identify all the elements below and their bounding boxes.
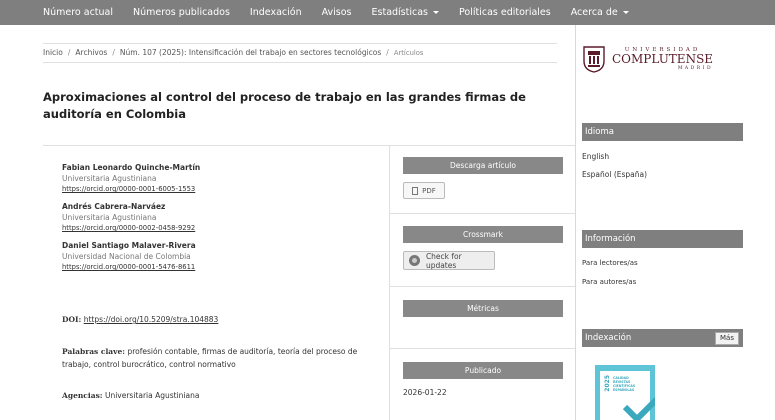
author-affiliation: Universidad Nacional de Colombia [62,252,191,261]
info-heading: Información [582,230,743,248]
language-heading: Idioma [582,123,743,141]
nav-item-politicas-editoriales[interactable]: Políticas editoriales [459,7,551,18]
nav-item-label: Políticas editoriales [459,7,551,18]
divider [389,348,575,349]
crossmark-label: Check for updates [425,251,462,270]
author-affiliation: Universitaria Agustiniana [62,174,157,183]
agencias-label: Agencias: [62,391,103,400]
pdf-label: PDF [422,186,436,195]
nav-item-indexacion[interactable]: Indexación [250,7,302,18]
nav-item-avisos[interactable]: Avisos [322,7,352,18]
author-orcid-link[interactable]: https://orcid.org/0000-0001-5476-8611 [62,262,382,273]
author-list: Fabian Leonardo Quinche-Martín Universit… [62,162,382,279]
author-orcid-link[interactable]: https://orcid.org/0000-0001-6005-1553 [62,184,382,195]
divider [43,62,557,63]
download-heading: Descarga artículo [403,157,563,174]
agencias-row: Agencias: Universitaria Agustiniana [62,391,199,400]
crossmark-icon [409,255,420,266]
breadcrumb-archive[interactable]: Archivos [75,48,107,57]
doi-row: DOI: https://doi.org/10.5209/stra.104883 [62,315,218,324]
author-name: Fabian Leonardo Quinche-Martín [62,163,201,172]
nav-item-label: Estadísticas [371,7,428,18]
language-link-english[interactable]: English [582,152,609,161]
badge-text: CALIDAD REVISTAS CIENTÍFICAS ESPAÑOLAS [613,376,635,392]
badge-year: 2025 [604,375,611,392]
agencias-value: Universitaria Agustiniana [104,391,200,400]
divider [43,43,557,44]
author-name: Daniel Santiago Malaver-Rivera [62,241,196,250]
nav-item-label: Acerca de [570,7,618,18]
author-orcid-link[interactable]: https://orcid.org/0000-0002-0458-9292 [62,223,382,234]
breadcrumb-separator: / [386,48,389,57]
breadcrumb: Inicio / Archivos / Núm. 107 (2025): Intensi… [43,48,423,57]
university-seal-icon [583,46,605,73]
author-affiliation: Universitaria Agustiniana [62,213,157,222]
top-navigation-bar: Número actual Números publicados Indexac… [0,0,775,25]
sidebar-divider [575,25,576,420]
metrics-heading: Métricas [403,300,563,317]
language-link-espanol[interactable]: Español (España) [582,170,647,179]
doi-link[interactable]: https://doi.org/10.5209/stra.104883 [84,315,219,324]
article-title: Aproximaciones al control del proceso de… [43,90,526,121]
breadcrumb-separator: / [112,48,115,57]
badge-line: ESPAÑOLAS [613,388,635,392]
author-entry: Daniel Santiago Malaver-Rivera Universid… [62,240,382,273]
published-heading: Publicado [403,362,563,379]
logo-line-2: COMPLUTENSE [612,52,714,66]
crossmark-heading: Crossmark [403,226,563,243]
breadcrumb-separator: / [67,48,71,57]
doi-label: DOI: [62,315,82,324]
quality-badge[interactable]: 2025 CALIDAD REVISTAS CIENTÍFICAS ESPAÑO… [595,365,655,420]
logo-text: UNIVERSIDAD COMPLUTENSE MADRID [612,47,713,71]
breadcrumb-home[interactable]: Inicio [43,48,63,57]
nav-item-label: Números publicados [133,7,230,18]
checkmark-icon [623,396,655,420]
chevron-down-icon [433,11,439,14]
author-entry: Fabian Leonardo Quinche-Martín Universit… [62,162,382,195]
info-link-autores[interactable]: Para autores/as [582,278,636,286]
column-divider [389,145,390,420]
nav-item-numeros-publicados[interactable]: Números publicados [133,7,230,18]
crossmark-button[interactable]: Check for updates [403,251,495,270]
keywords-row: Palabras clave: profesión contable, firm… [62,345,362,371]
nav-item-label: Avisos [321,7,352,18]
nav-item-acerca-de[interactable]: Acerca de [571,7,629,18]
published-date: 2026-01-22 [403,388,447,397]
nav-menu: Número actual Números publicados Indexac… [0,0,775,25]
nav-item-numero-actual[interactable]: Número actual [43,7,113,18]
nav-item-label: Número actual [43,7,114,18]
nav-item-label: Indexación [249,7,302,18]
author-name: Andrés Cabrera-Narváez [62,202,166,211]
chevron-down-icon [622,11,629,14]
breadcrumb-current: Artículos [393,49,424,57]
breadcrumb-issue[interactable]: Núm. 107 (2025): Intensificación del tra… [120,48,381,57]
pdf-download-button[interactable]: PDF [403,182,445,199]
divider [389,286,575,287]
university-logo[interactable]: UNIVERSIDAD COMPLUTENSE MADRID [582,43,732,75]
author-entry: Andrés Cabrera-Narváez Universitaria Agu… [62,201,382,234]
logo-line-3: MADRID [677,66,714,71]
info-link-lectores[interactable]: Para lectores/as [582,259,638,267]
divider [43,145,575,146]
document-icon [412,186,419,195]
divider [389,213,575,214]
more-button[interactable]: Más [715,332,739,345]
keywords-label: Palabras clave: [62,347,126,356]
nav-item-estadisticas[interactable]: Estadísticas [372,7,439,18]
